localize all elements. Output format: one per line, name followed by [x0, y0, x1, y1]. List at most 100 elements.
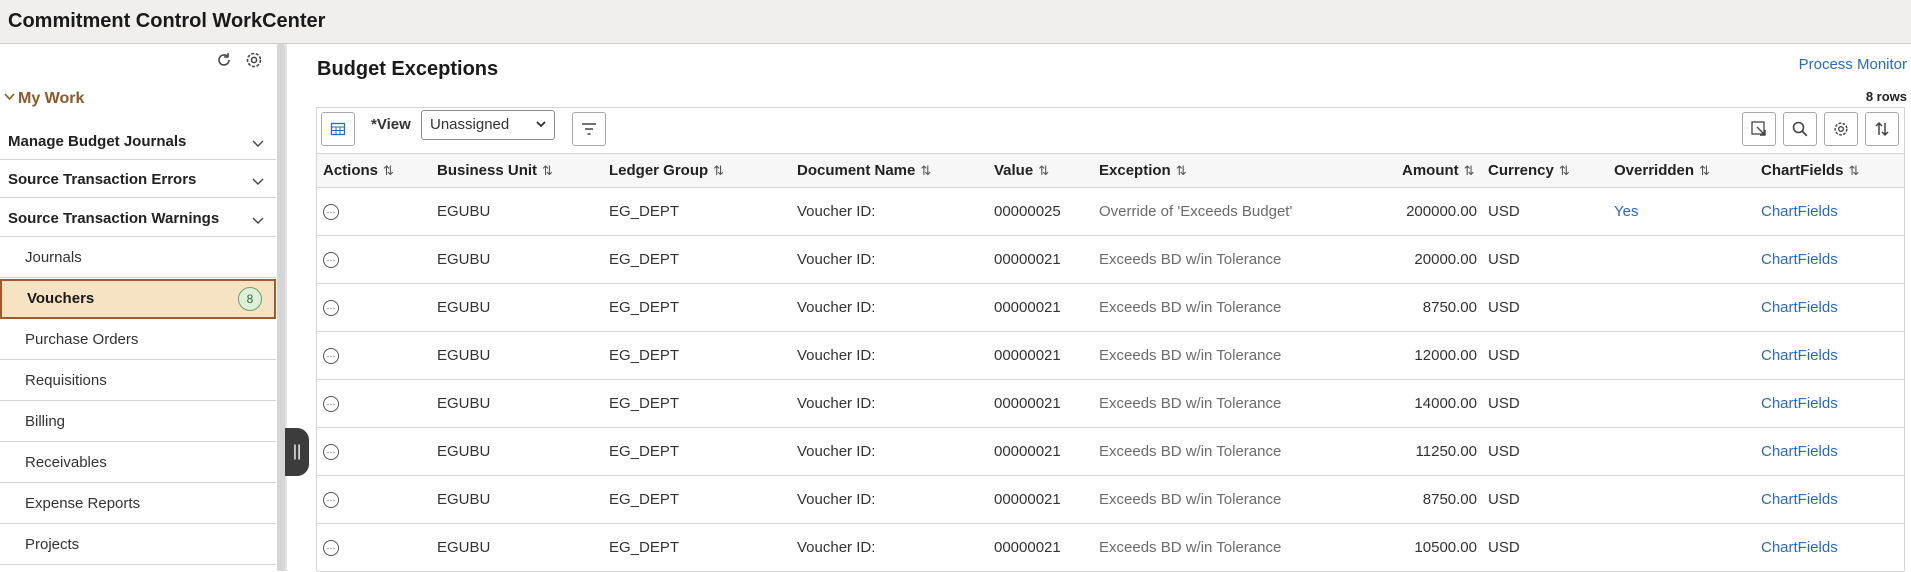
- value-cell: 00000021: [994, 347, 1061, 364]
- business-unit-cell: EGUBU: [437, 539, 491, 556]
- gear-icon[interactable]: [244, 50, 264, 70]
- sidebar-group-source-transaction-warnings[interactable]: Source Transaction Warnings: [0, 199, 276, 237]
- chartfields-link[interactable]: ChartFields: [1761, 491, 1838, 508]
- sidebar-item-vouchers[interactable]: Vouchers 8: [0, 279, 276, 319]
- table-row: ··· EGUBU EG_DEPT Voucher ID: 00000021 E…: [317, 332, 1904, 380]
- column-header-document-name[interactable]: Document Name ⇅: [797, 162, 931, 179]
- sidebar-group-source-transaction-errors[interactable]: Source Transaction Errors: [0, 160, 276, 198]
- export-icon: [1751, 121, 1766, 136]
- sort-icon: ⇅: [383, 163, 394, 178]
- sidebar-item-label: Journals: [25, 249, 82, 266]
- amount-cell: 11250.00: [1415, 443, 1477, 460]
- sidebar-item-purchase-orders[interactable]: Purchase Orders: [0, 319, 276, 360]
- currency-cell: USD: [1488, 203, 1520, 220]
- ellipsis-icon[interactable]: ···: [323, 540, 339, 556]
- grid-settings-button[interactable]: [1824, 112, 1858, 146]
- value-cell: 00000021: [994, 251, 1061, 268]
- sidebar-item-expense-reports[interactable]: Expense Reports: [0, 483, 276, 524]
- sidebar-item-label: Billing: [25, 413, 66, 430]
- sidebar-item-journals[interactable]: Journals: [0, 237, 276, 278]
- document-name-cell: Voucher ID:: [797, 203, 876, 220]
- table-icon: [330, 122, 346, 136]
- chartfields-link[interactable]: ChartFields: [1761, 395, 1838, 412]
- sort-icon: ⇅: [920, 163, 932, 178]
- ledger-group-cell: EG_DEPT: [609, 539, 680, 556]
- sort-button[interactable]: [1865, 112, 1899, 146]
- sidebar-item-label: Purchase Orders: [25, 331, 139, 348]
- document-name-cell: Voucher ID:: [797, 251, 876, 268]
- business-unit-cell: EGUBU: [437, 443, 491, 460]
- currency-cell: USD: [1488, 491, 1520, 508]
- exception-cell: Exceeds BD w/in Tolerance: [1099, 491, 1282, 508]
- table-row: ··· EGUBU EG_DEPT Voucher ID: 00000021 E…: [317, 236, 1904, 284]
- chartfields-link[interactable]: ChartFields: [1761, 347, 1838, 364]
- sort-icon: ⇅: [1848, 163, 1860, 178]
- chartfields-link[interactable]: ChartFields: [1761, 539, 1838, 556]
- ledger-group-cell: EG_DEPT: [609, 251, 680, 268]
- refresh-icon[interactable]: [214, 50, 234, 70]
- sidebar-group-label: Source Transaction Warnings: [8, 210, 220, 227]
- sidebar-item-requisitions[interactable]: Requisitions: [0, 360, 276, 401]
- process-monitor-link[interactable]: Process Monitor: [1799, 56, 1907, 73]
- ledger-group-cell: EG_DEPT: [609, 203, 680, 220]
- overridden-link[interactable]: Yes: [1614, 203, 1638, 220]
- exception-cell: Exceeds BD w/in Tolerance: [1099, 347, 1282, 364]
- ellipsis-icon[interactable]: ···: [323, 204, 339, 220]
- column-header-ledger-group[interactable]: Ledger Group ⇅: [609, 162, 724, 179]
- sidebar-scrollbar[interactable]: [277, 44, 285, 571]
- collapse-sidebar-handle[interactable]: ||: [285, 428, 309, 476]
- sidebar-item-receivables[interactable]: Receivables: [0, 442, 276, 483]
- chartfields-link[interactable]: ChartFields: [1761, 443, 1838, 460]
- ellipsis-icon[interactable]: ···: [323, 300, 339, 316]
- sidebar-group-manage-budget-journals[interactable]: Manage Budget Journals: [0, 122, 276, 160]
- chartfields-link[interactable]: ChartFields: [1761, 203, 1838, 220]
- ellipsis-icon[interactable]: ···: [323, 396, 339, 412]
- column-header-overridden[interactable]: Overridden ⇅: [1614, 162, 1710, 179]
- column-header-chartfields[interactable]: ChartFields ⇅: [1761, 162, 1859, 179]
- export-button[interactable]: [1742, 112, 1776, 146]
- value-cell: 00000021: [994, 395, 1061, 412]
- ellipsis-icon[interactable]: ···: [323, 348, 339, 364]
- currency-cell: USD: [1488, 539, 1520, 556]
- document-name-cell: Voucher ID:: [797, 299, 876, 316]
- chevron-down-icon: [4, 93, 15, 101]
- amount-cell: 12000.00: [1414, 347, 1477, 364]
- amount-cell: 10500.00: [1414, 539, 1477, 556]
- exception-cell: Exceeds BD w/in Tolerance: [1099, 395, 1282, 412]
- ellipsis-icon[interactable]: ···: [323, 444, 339, 460]
- column-header-value[interactable]: Value ⇅: [994, 162, 1049, 179]
- view-select[interactable]: Unassigned: [421, 110, 555, 140]
- ellipsis-icon[interactable]: ···: [323, 252, 339, 268]
- business-unit-cell: EGUBU: [437, 203, 491, 220]
- column-header-amount[interactable]: Amount ⇅: [1402, 162, 1475, 179]
- ellipsis-icon[interactable]: ···: [323, 492, 339, 508]
- sidebar-item-label: Requisitions: [25, 372, 107, 389]
- sort-icon: ⇅: [1558, 163, 1570, 178]
- sidebar-item-projects[interactable]: Projects: [0, 524, 276, 565]
- count-badge: 8: [238, 287, 262, 311]
- table-row: ··· EGUBU EG_DEPT Voucher ID: 00000025 O…: [317, 188, 1904, 236]
- value-cell: 00000021: [994, 539, 1061, 556]
- sidebar-item-label: Receivables: [25, 454, 107, 471]
- pane-divider: [285, 44, 287, 571]
- column-header-actions[interactable]: Actions ⇅: [323, 162, 394, 179]
- document-name-cell: Voucher ID:: [797, 539, 876, 556]
- gear-icon: [1834, 122, 1848, 136]
- my-work-section[interactable]: My Work: [0, 88, 276, 110]
- column-header-currency[interactable]: Currency ⇅: [1488, 162, 1570, 179]
- grid-view-button[interactable]: [321, 112, 355, 146]
- column-header-exception[interactable]: Exception ⇅: [1099, 162, 1187, 179]
- sidebar-group-label: Manage Budget Journals: [8, 133, 187, 150]
- sidebar-item-billing[interactable]: Billing: [0, 401, 276, 442]
- search-button[interactable]: [1783, 112, 1817, 146]
- document-name-cell: Voucher ID:: [797, 491, 876, 508]
- chartfields-link[interactable]: ChartFields: [1761, 251, 1838, 268]
- sidebar-item-label: Vouchers: [27, 290, 95, 307]
- chartfields-link[interactable]: ChartFields: [1761, 299, 1838, 316]
- filter-button[interactable]: [572, 112, 606, 146]
- column-header-business-unit[interactable]: Business Unit ⇅: [437, 162, 553, 179]
- sidebar-group-label: Source Transaction Errors: [8, 171, 197, 188]
- amount-cell: 8750.00: [1422, 491, 1477, 508]
- currency-cell: USD: [1488, 251, 1520, 268]
- budget-exceptions-grid: Actions ⇅ Business Unit ⇅ Ledger Group ⇅ Do…: [316, 153, 1905, 572]
